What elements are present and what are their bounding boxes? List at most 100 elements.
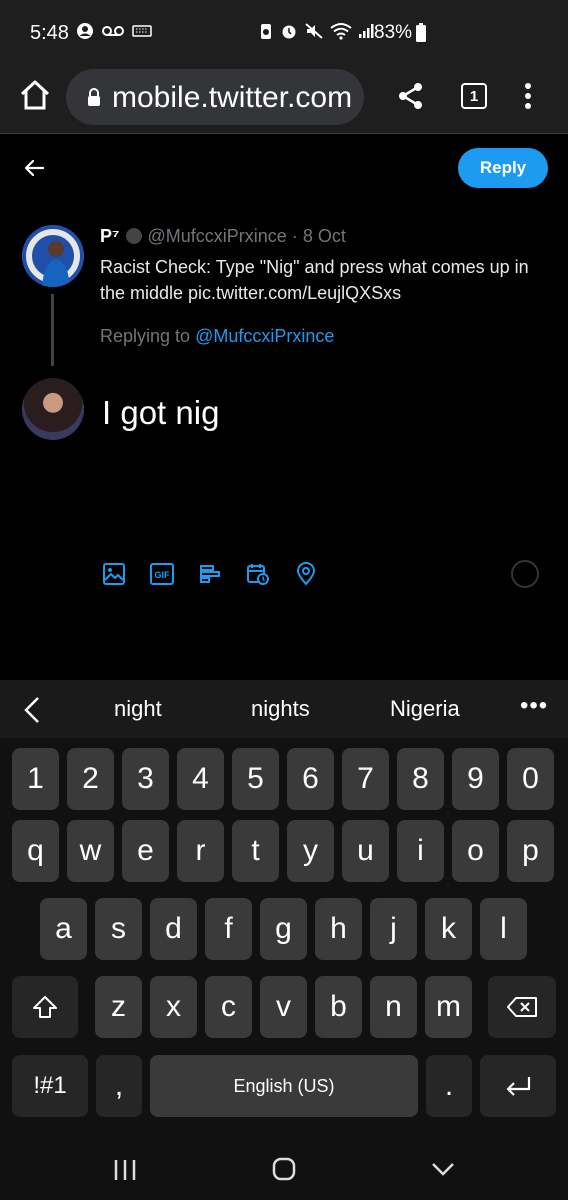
user-avatar	[22, 378, 84, 440]
thread-line	[51, 294, 54, 366]
tweet-author-handle[interactable]: @MufccxiPrxince	[147, 226, 286, 246]
tab-switcher-button[interactable]: 1	[461, 83, 487, 109]
browser-toolbar: mobile.twitter.com 1	[0, 62, 568, 134]
gif-button[interactable]: GIF	[148, 560, 176, 588]
status-time: 5:48	[30, 22, 69, 44]
image-icon	[103, 563, 125, 585]
key-z[interactable]: z	[95, 976, 142, 1038]
key-a[interactable]: a	[40, 898, 87, 960]
tweet-date: 8 Oct	[302, 226, 346, 246]
chevron-left-icon[interactable]	[22, 696, 42, 724]
enter-icon	[506, 1077, 531, 1096]
key-k[interactable]: k	[425, 898, 472, 960]
key-q[interactable]: q	[12, 820, 59, 882]
back-arrow-icon[interactable]	[22, 156, 46, 180]
compose-textarea[interactable]: I got nig	[102, 394, 219, 432]
battery-percent: 83%	[374, 22, 413, 43]
key-1[interactable]: 1	[12, 748, 59, 810]
address-bar[interactable]: mobile.twitter.com	[66, 69, 364, 125]
key-i[interactable]: i	[397, 820, 444, 882]
suggestion-1[interactable]: night	[114, 696, 162, 722]
enter-key[interactable]	[480, 1055, 556, 1117]
chevron-down-icon[interactable]	[430, 1160, 456, 1178]
ninja-emoji-icon	[126, 228, 143, 244]
lock-icon	[88, 88, 100, 106]
share-icon[interactable]	[398, 82, 424, 110]
key-9[interactable]: 9	[452, 748, 499, 810]
key-n[interactable]: n	[370, 976, 417, 1038]
key-t[interactable]: t	[232, 820, 279, 882]
key-h[interactable]: h	[315, 898, 362, 960]
suggestion-3[interactable]: Nigeria	[390, 696, 460, 722]
key-0[interactable]: 0	[507, 748, 554, 810]
shift-icon	[33, 996, 57, 1018]
key-m[interactable]: m	[425, 976, 472, 1038]
key-3[interactable]: 3	[122, 748, 169, 810]
recents-icon[interactable]	[112, 1158, 138, 1182]
symbols-key[interactable]: !#1	[12, 1055, 88, 1117]
space-key[interactable]: English (US)	[150, 1055, 418, 1117]
replying-to: Replying to @MufccxiPrxince	[100, 326, 334, 347]
character-count-ring	[511, 560, 539, 588]
comma-key[interactable]: ,	[96, 1055, 142, 1117]
voicemail-icon	[102, 26, 124, 36]
key-g[interactable]: g	[260, 898, 307, 960]
key-y[interactable]: y	[287, 820, 334, 882]
media-button[interactable]	[100, 560, 128, 588]
key-7[interactable]: 7	[342, 748, 389, 810]
gif-icon: GIF	[150, 563, 174, 585]
battery-icon	[416, 23, 427, 42]
avatar-image	[22, 225, 84, 287]
key-c[interactable]: c	[205, 976, 252, 1038]
tweet-header: P⁷ @MufccxiPrxince · 8 Oct	[100, 226, 346, 247]
more-suggestions-icon[interactable]: •••	[520, 692, 548, 720]
period-key[interactable]: .	[426, 1055, 472, 1117]
status-bar: 5:48 83%	[0, 0, 568, 62]
key-8[interactable]: 8	[397, 748, 444, 810]
key-j[interactable]: j	[370, 898, 417, 960]
key-w[interactable]: w	[67, 820, 114, 882]
key-p[interactable]: p	[507, 820, 554, 882]
tweet-text: Racist Check: Type "Nig" and press what …	[100, 257, 529, 303]
key-d[interactable]: d	[150, 898, 197, 960]
key-b[interactable]: b	[315, 976, 362, 1038]
key-s[interactable]: s	[95, 898, 142, 960]
schedule-icon	[247, 564, 269, 585]
account-icon	[77, 23, 93, 39]
key-5[interactable]: 5	[232, 748, 279, 810]
backspace-icon	[507, 997, 537, 1017]
location-button[interactable]	[292, 560, 320, 588]
keyboard-icon	[132, 25, 152, 37]
replying-to-label: Replying to	[100, 326, 191, 346]
key-o[interactable]: o	[452, 820, 499, 882]
suggestion-2[interactable]: nights	[251, 696, 310, 722]
poll-button[interactable]	[196, 560, 224, 588]
poll-icon	[200, 565, 220, 583]
alarm-icon	[282, 25, 296, 39]
key-l[interactable]: l	[480, 898, 527, 960]
key-2[interactable]: 2	[67, 748, 114, 810]
key-u[interactable]: u	[342, 820, 389, 882]
svg-text:GIF: GIF	[155, 570, 171, 580]
avatar[interactable]	[22, 225, 84, 287]
home-icon[interactable]	[18, 78, 52, 112]
key-6[interactable]: 6	[287, 748, 334, 810]
backspace-key[interactable]	[488, 976, 556, 1038]
key-f[interactable]: f	[205, 898, 252, 960]
key-r[interactable]: r	[177, 820, 224, 882]
key-v[interactable]: v	[260, 976, 307, 1038]
replying-to-handle[interactable]: @MufccxiPrxince	[195, 326, 334, 346]
more-vert-icon[interactable]	[524, 82, 532, 110]
reply-button[interactable]: Reply	[458, 148, 548, 188]
schedule-button[interactable]	[244, 560, 272, 588]
key-x[interactable]: x	[150, 976, 197, 1038]
shift-key[interactable]	[12, 976, 78, 1038]
key-4[interactable]: 4	[177, 748, 224, 810]
url-text: mobile.twitter.com	[112, 81, 353, 114]
tweet-author-name[interactable]: P⁷	[100, 226, 119, 246]
separator-dot: ·	[291, 226, 298, 246]
keyboard-suggestion-bar: night nights Nigeria •••	[0, 680, 568, 738]
key-e[interactable]: e	[122, 820, 169, 882]
compose-toolbar: GIF	[100, 560, 320, 588]
home-nav-icon[interactable]	[271, 1156, 297, 1182]
